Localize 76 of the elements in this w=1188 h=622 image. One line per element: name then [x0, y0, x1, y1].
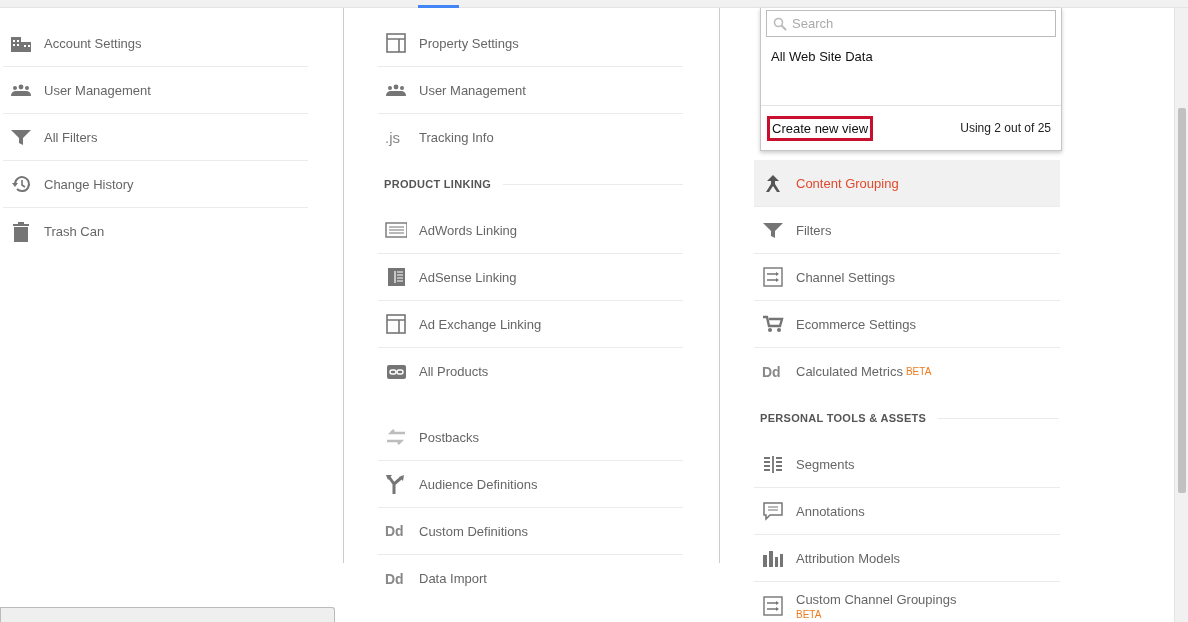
menu-item[interactable]: Dd Custom Definitions	[378, 508, 683, 555]
columns-icon	[762, 453, 784, 475]
menu-item[interactable]: .js Tracking Info	[378, 114, 683, 161]
beta-label: BETA	[796, 608, 822, 620]
section-header: PRODUCT LINKING	[384, 178, 492, 190]
menu-item[interactable]: AdSense Linking	[378, 254, 683, 301]
window-icon	[385, 219, 407, 241]
menu-label: Audience Definitions	[419, 476, 538, 492]
menu-item[interactable]: All Filters	[3, 114, 308, 161]
menu-label: Change History	[44, 176, 134, 192]
menu-label: User Management	[44, 82, 151, 98]
menu-label: Trash Can	[44, 224, 105, 239]
menu-item[interactable]: User Management	[378, 67, 683, 114]
menu-label: Annotations	[796, 503, 865, 519]
create-view-button[interactable]: Create new view	[767, 115, 874, 141]
letter-icon: .js	[385, 129, 407, 146]
menu-item[interactable]: Dd Data Import	[378, 555, 683, 602]
menu-label: Segments	[796, 456, 855, 472]
tab-indicator	[418, 5, 459, 8]
letter-icon: Dd	[762, 363, 784, 380]
menu-item[interactable]: All Products	[378, 348, 683, 395]
menu-label: Custom Definitions	[419, 523, 529, 539]
menu-item[interactable]: Change History	[3, 161, 308, 208]
cart-icon	[762, 313, 784, 335]
section-header: PERSONAL TOOLS & ASSETS	[760, 412, 927, 424]
menu-item[interactable]: Property Settings	[378, 20, 683, 67]
menu-item[interactable]: Dd Calculated Metrics BETA	[754, 348, 1060, 395]
menu-label: All Products	[419, 364, 489, 379]
arrows-box-icon	[762, 266, 784, 288]
menu-item[interactable]: User Management	[3, 67, 308, 114]
menu-item[interactable]: Channel Settings	[754, 254, 1060, 301]
menu-label: Content Grouping	[796, 175, 899, 191]
menu-item[interactable]: Attribution Models	[754, 535, 1060, 582]
menu-label: All Filters	[44, 129, 98, 145]
panel-icon	[385, 32, 407, 54]
menu-label: Account Settings	[44, 35, 142, 51]
menu-label: Attribution Models	[796, 550, 901, 566]
panel-icon	[385, 313, 407, 335]
view-option[interactable]: All Web Site Data	[771, 49, 873, 64]
fork-icon	[385, 473, 407, 495]
history-icon	[10, 173, 32, 195]
menu-item[interactable]: AdWords Linking	[378, 207, 683, 254]
menu-item[interactable]: Filters	[754, 207, 1060, 254]
menu-label: Data Import	[419, 571, 487, 586]
menu-label: Ecommerce Settings	[796, 316, 916, 332]
menu-item[interactable]: Trash Can	[3, 208, 308, 255]
menu-item[interactable]: Ad Exchange Linking	[378, 301, 683, 348]
menu-label: Channel Settings	[796, 269, 895, 285]
menu-item[interactable]: Content Grouping	[754, 160, 1060, 207]
menu-item[interactable]: Postbacks	[378, 414, 683, 461]
menu-label: User Management	[419, 82, 526, 98]
menu-item[interactable]: Audience Definitions	[378, 461, 683, 508]
usage-count: Using 2 out of 25	[960, 121, 1051, 135]
menu-item[interactable]: Custom Channel Groupings BETA	[754, 582, 1060, 622]
letter-icon: Dd	[385, 570, 407, 587]
trash-icon	[10, 220, 32, 243]
menu-label: Tracking Info	[419, 130, 494, 145]
menu-label: Property Settings	[419, 35, 519, 51]
menu-label: Postbacks	[419, 429, 479, 445]
speech-bubble-icon	[762, 500, 784, 522]
scrollbar[interactable]	[1178, 108, 1186, 493]
menu-label: Ad Exchange Linking	[419, 316, 542, 332]
menu-label: AdWords Linking	[419, 222, 518, 238]
page-icon	[385, 266, 407, 288]
menu-item[interactable]: Annotations	[754, 488, 1060, 535]
menu-item[interactable]: Ecommerce Settings	[754, 301, 1060, 348]
menu-item[interactable]: Account Settings	[3, 20, 308, 67]
letter-icon: Dd	[385, 523, 407, 539]
menu-label: Custom Channel Groupings	[796, 591, 957, 607]
menu-label: AdSense Linking	[419, 269, 517, 285]
beta-label: BETA	[905, 366, 932, 377]
search-field[interactable]: Search	[766, 10, 1056, 37]
arrows-box-icon	[762, 594, 784, 617]
menu-label: Calculated Metrics	[796, 364, 903, 379]
menu-item[interactable]: Segments	[754, 441, 1060, 488]
menu-label: Filters	[796, 222, 832, 238]
